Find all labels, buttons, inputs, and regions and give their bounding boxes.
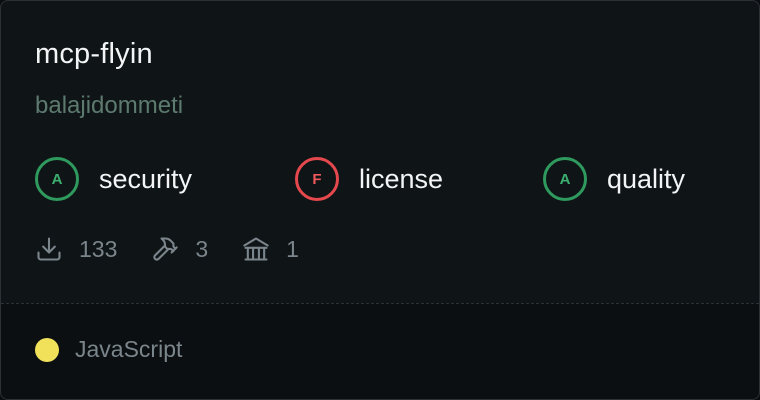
- grade-badge-license: F: [295, 157, 339, 201]
- downloads-count: 133: [79, 235, 118, 262]
- repo-title[interactable]: mcp-flyin: [35, 35, 153, 73]
- grade-badge-quality: A: [543, 157, 587, 201]
- language-label: JavaScript: [75, 336, 183, 362]
- grade-license[interactable]: F license: [295, 155, 443, 203]
- resources-count: 1: [286, 235, 299, 262]
- repo-owner[interactable]: balajidommeti: [35, 90, 183, 122]
- grade-label-quality: quality: [607, 163, 686, 194]
- grades-row: A security F license A quality: [35, 155, 735, 203]
- stats-row: 133 3 1: [35, 231, 333, 267]
- bank-icon: [242, 235, 270, 263]
- language-color-dot: [35, 337, 59, 362]
- grade-badge-security: A: [35, 157, 79, 201]
- grade-quality[interactable]: A quality: [543, 155, 685, 203]
- card-header: mcp-flyin balajidommeti A security F lic…: [1, 1, 759, 303]
- hammer-icon: [151, 235, 179, 263]
- grade-label-security: security: [99, 163, 193, 194]
- tools-count: 3: [195, 235, 209, 262]
- grade-security[interactable]: A security: [35, 155, 192, 203]
- stat-resources: 1: [242, 235, 299, 263]
- stat-tools: 3: [151, 235, 208, 263]
- language-tag: JavaScript: [35, 336, 182, 363]
- grade-label-license: license: [359, 163, 444, 194]
- download-icon: [35, 235, 63, 263]
- stat-downloads: 133: [35, 235, 117, 263]
- card-footer: JavaScript: [1, 303, 759, 399]
- server-card[interactable]: mcp-flyin balajidommeti A security F lic…: [0, 0, 760, 400]
